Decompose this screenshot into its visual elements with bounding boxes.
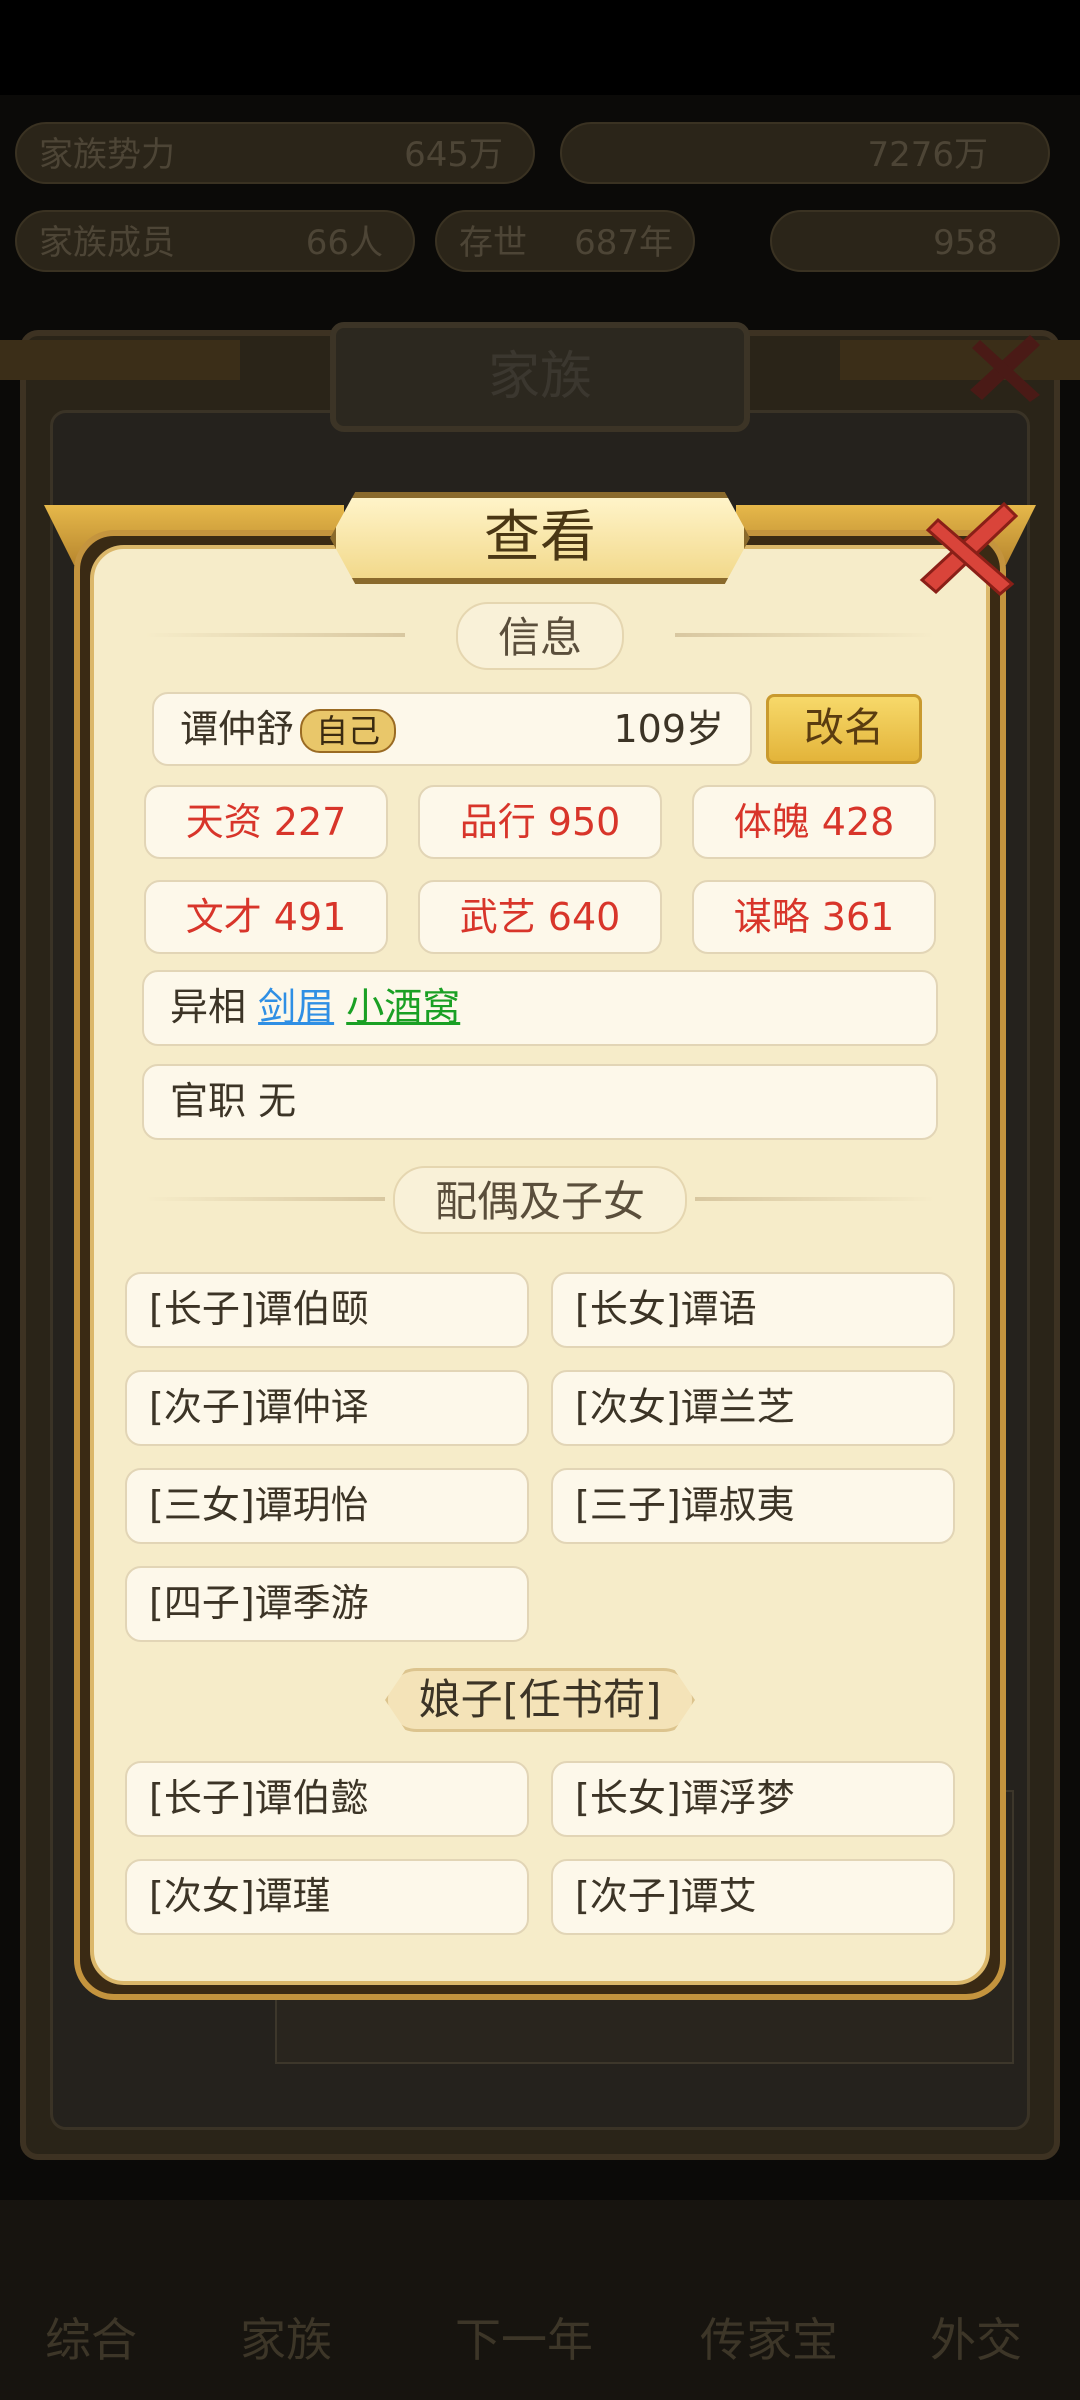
info-divider-left xyxy=(145,633,405,637)
trait-dimple[interactable]: 小酒窝 xyxy=(346,985,460,1029)
child-item[interactable]: [长子]谭伯懿 xyxy=(125,1761,529,1837)
bg-gem-value: 958 xyxy=(933,223,998,263)
child-item[interactable]: [次子]谭仲译 xyxy=(125,1370,529,1446)
nav-next-year[interactable]: 下一年 xyxy=(455,2304,593,2370)
nav-diplomacy[interactable]: 外交 xyxy=(930,2304,1022,2370)
child-item[interactable]: [三子]谭叔夷 xyxy=(551,1468,955,1544)
bg-power-value: 645万 xyxy=(404,135,503,175)
spouse-label: 娘子[任书荷] xyxy=(385,1668,695,1732)
info-divider-right xyxy=(675,633,935,637)
nav-overview[interactable]: 综合 xyxy=(45,2304,137,2370)
bg-members-stat: 家族成员 66人 xyxy=(15,210,415,272)
attr-physique: 体魄 428 xyxy=(692,785,936,859)
child-item[interactable]: [长女]谭浮梦 xyxy=(551,1761,955,1837)
child-item[interactable]: [次女]谭兰芝 xyxy=(551,1370,955,1446)
attr-martial: 武艺 640 xyxy=(418,880,662,954)
bg-members-value: 66人 xyxy=(305,223,383,263)
info-header-label: 信息 xyxy=(455,602,625,670)
child-item[interactable]: [长女]谭语 xyxy=(551,1272,955,1348)
bottom-nav: 综合 家族 下一年 传家宝 外交 xyxy=(0,2200,1080,2400)
bg-members-label: 家族成员 xyxy=(39,223,175,263)
attr-conduct: 品行 950 xyxy=(418,785,662,859)
bg-coin-value: 7276万 xyxy=(867,135,988,175)
official-row: 官职 无 xyxy=(142,1064,938,1140)
child-item[interactable]: [次女]谭瑾 xyxy=(125,1859,529,1935)
family-window-title: 家族 xyxy=(330,322,750,432)
bg-years-value: 687年 xyxy=(574,223,673,263)
family-header-label: 配偶及子女 xyxy=(392,1166,688,1234)
bg-years-label: 存世 xyxy=(459,223,527,263)
info-section-header: 信息 xyxy=(145,602,935,670)
dialog-close-icon[interactable] xyxy=(908,490,1028,600)
member-name-box: 谭仲舒 自己 109岁 xyxy=(152,692,752,766)
attr-strategy: 谋略 361 xyxy=(692,880,936,954)
bg-gem-stat: 958 xyxy=(770,210,1060,272)
attr-literary: 文才 491 xyxy=(144,880,388,954)
rename-button[interactable]: 改名 xyxy=(766,694,922,764)
family-close-icon[interactable] xyxy=(960,320,1050,410)
traits-label: 异相 xyxy=(170,985,259,1029)
status-bar xyxy=(0,0,1080,95)
bg-power-label: 家族势力 xyxy=(39,135,175,175)
trait-sword-brows[interactable]: 剑眉 xyxy=(258,985,334,1029)
dialog-title: 查看 xyxy=(330,492,750,584)
family-section-header: 配偶及子女 xyxy=(145,1166,935,1234)
attr-talent: 天资 227 xyxy=(144,785,388,859)
family-divider-right xyxy=(695,1197,935,1201)
nav-family[interactable]: 家族 xyxy=(240,2304,332,2370)
child-item[interactable]: [长子]谭伯颐 xyxy=(125,1272,529,1348)
child-item[interactable]: [次子]谭艾 xyxy=(551,1859,955,1935)
bg-power-stat: 家族势力 645万 xyxy=(15,122,535,184)
nav-heirloom[interactable]: 传家宝 xyxy=(700,2304,838,2370)
child-item[interactable]: [三女]谭玥怡 xyxy=(125,1468,529,1544)
self-tag: 自己 xyxy=(300,709,397,753)
member-age: 109岁 xyxy=(613,707,724,751)
family-divider-left xyxy=(145,1197,385,1201)
child-item[interactable]: [四子]谭季游 xyxy=(125,1566,529,1642)
traits-row: 异相 剑眉 小酒窝 xyxy=(142,970,938,1046)
family-window-wing-left xyxy=(0,340,240,380)
member-name: 谭仲舒 xyxy=(180,707,295,751)
bg-years-stat: 存世 687年 xyxy=(435,210,695,272)
bg-coin-stat: 7276万 xyxy=(560,122,1050,184)
